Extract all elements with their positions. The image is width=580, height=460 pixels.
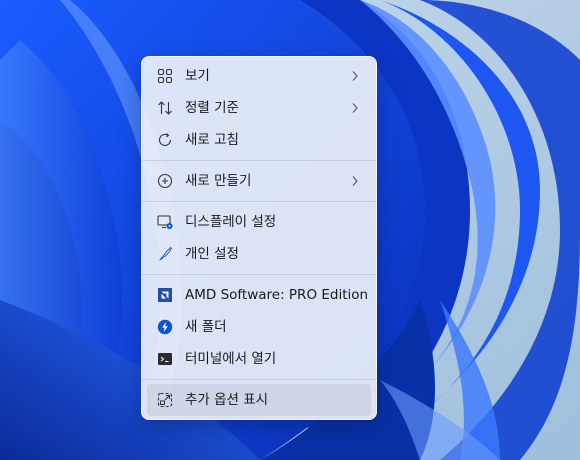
more-options-icon (157, 392, 173, 408)
desktop-context-menu: 보기 정렬 기준 새로 고침 새로 만들기 디스플레이 설정 개인 설정 AMD… (141, 56, 377, 420)
menu-item-label: 추가 옵션 표시 (185, 392, 269, 408)
menu-item-new-folder[interactable]: 새 폴더 (147, 311, 371, 343)
menu-item-label: 새로 고침 (185, 132, 239, 148)
refresh-icon (158, 133, 172, 146)
menu-separator (142, 274, 376, 275)
menu-separator (142, 379, 376, 380)
lightning-icon (157, 319, 173, 335)
menu-item-label: 정렬 기준 (185, 100, 239, 116)
menu-item-label: 새 폴더 (185, 319, 227, 335)
menu-item-amd-software[interactable]: AMD Software: PRO Edition (147, 279, 371, 311)
amd-logo-icon (158, 288, 172, 302)
menu-item-new[interactable]: 새로 만들기 (147, 165, 371, 197)
display-settings-icon (157, 215, 173, 229)
menu-item-personalize[interactable]: 개인 설정 (147, 238, 371, 270)
brush-icon (159, 246, 173, 261)
view-grid-icon (157, 68, 173, 84)
chevron-right-icon (352, 71, 358, 81)
menu-item-label: AMD Software: PRO Edition (185, 287, 369, 303)
menu-separator (142, 160, 376, 161)
menu-item-open-in-terminal[interactable]: 터미널에서 열기 (147, 343, 371, 375)
menu-item-show-more-options[interactable]: 추가 옵션 표시 (147, 384, 371, 416)
new-plus-icon (157, 173, 173, 189)
menu-item-display-settings[interactable]: 디스플레이 설정 (147, 206, 371, 238)
desktop[interactable]: 보기 정렬 기준 새로 고침 새로 만들기 디스플레이 설정 개인 설정 AMD… (0, 0, 580, 460)
menu-separator (142, 201, 376, 202)
menu-item-view[interactable]: 보기 (147, 60, 371, 92)
chevron-right-icon (352, 103, 358, 113)
menu-item-label: 보기 (185, 68, 210, 84)
menu-item-label: 개인 설정 (185, 246, 239, 262)
menu-item-label: 디스플레이 설정 (185, 214, 277, 230)
chevron-right-icon (352, 176, 358, 186)
terminal-icon (158, 353, 172, 365)
menu-item-label: 새로 만들기 (185, 173, 252, 189)
menu-item-label: 터미널에서 열기 (185, 351, 277, 367)
menu-item-sort-by[interactable]: 정렬 기준 (147, 92, 371, 124)
menu-item-refresh[interactable]: 새로 고침 (147, 124, 371, 156)
sort-icon (158, 101, 172, 115)
